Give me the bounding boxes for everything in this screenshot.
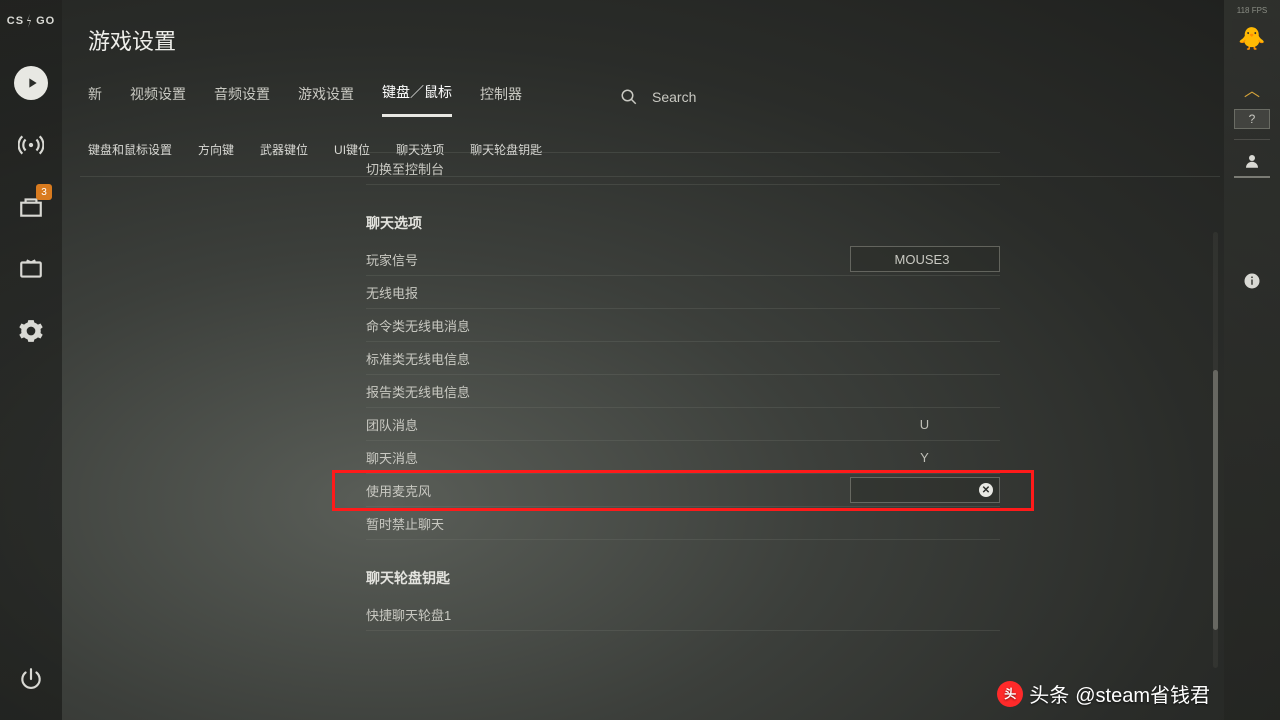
keybind-value: MOUSE3 [851,252,993,267]
setting-row[interactable]: 标准类无线电信息 [366,342,1000,375]
main-panel: 游戏设置 新 视频设置 音频设置 游戏设置 键盘／鼠标 控制器 Search 键… [80,0,1220,720]
chevron-up-icon[interactable]: ︿ [1244,77,1260,101]
inventory-badge: 3 [36,184,52,200]
help-button[interactable]: ? [1234,109,1270,129]
tab-keyboard-mouse[interactable]: 键盘／鼠标 [382,76,452,117]
search-box[interactable]: Search [620,88,696,106]
setting-label: 快捷聊天轮盘1 [366,605,850,624]
setting-label: 玩家信号 [366,250,850,269]
watch-icon[interactable] [12,250,50,288]
keybind-value[interactable]: Y [850,450,1000,465]
section-title: 聊天选项 [366,213,1000,233]
setting-row[interactable]: 报告类无线电信息 [366,375,1000,408]
watermark-prefix: 头条 [1029,679,1069,708]
watermark: 头 头条 @steam省钱君 [997,679,1210,708]
tab-audio[interactable]: 音频设置 [214,78,270,116]
setting-row[interactable]: 玩家信号MOUSE3 [366,243,1000,276]
clear-icon[interactable]: ✕ [979,483,993,497]
tab-video[interactable]: 视频设置 [130,78,186,116]
setting-label: 无线电报 [366,283,850,302]
setting-label: 使用麦克风 [366,481,850,500]
setting-row[interactable]: 暂时禁止聊天 [366,507,1000,540]
logo-right: GO [36,15,55,27]
keybind-input[interactable]: MOUSE3 [850,246,1000,272]
setting-row[interactable]: 切换至控制台 [366,152,1000,185]
logo-left: CS [7,15,24,27]
search-icon [620,88,638,106]
tab-controller[interactable]: 控制器 [480,78,522,116]
tab-new[interactable]: 新 [88,78,102,116]
setting-label: 命令类无线电消息 [366,316,850,335]
rail-divider [1234,139,1270,140]
setting-label: 报告类无线电信息 [366,382,850,401]
setting-row[interactable]: 快捷聊天轮盘1 [366,598,1000,631]
setting-row[interactable]: 无线电报 [366,276,1000,309]
inventory-icon[interactable]: 3 [12,188,50,226]
watermark-handle: @steam省钱君 [1075,679,1210,708]
section-title: 聊天轮盘钥匙 [366,568,1000,588]
setting-row[interactable]: 命令类无线电消息 [366,309,1000,342]
scrollbar-thumb[interactable] [1213,370,1218,630]
tab-game[interactable]: 游戏设置 [298,78,354,116]
right-sidebar: 118 FPS 🐥 ︿ ? [1224,0,1280,720]
setting-label: 聊天消息 [366,448,850,467]
game-logo: CS GO [7,14,55,28]
watermark-icon: 头 [997,681,1023,707]
broadcast-icon[interactable] [12,126,50,164]
page-title: 游戏设置 [80,0,1220,76]
play-button[interactable] [12,64,50,102]
setting-label: 团队消息 [366,415,850,434]
profile-icon[interactable] [1234,152,1270,178]
setting-row[interactable]: 团队消息U [366,408,1000,441]
setting-row[interactable]: 聊天消息Y [366,441,1000,474]
fps-counter: 118 FPS [1237,6,1268,15]
left-sidebar: CS GO 3 [0,0,62,720]
power-icon[interactable] [12,660,50,698]
keybind-input[interactable]: ✕ [850,477,1000,503]
search-placeholder: Search [652,89,696,105]
info-icon[interactable] [1243,272,1261,295]
setting-label: 切换至控制台 [366,159,850,178]
keybind-value[interactable]: U [850,417,1000,432]
settings-content: 切换至控制台 聊天选项玩家信号MOUSE3 无线电报命令类无线电消息标准类无线电信… [80,152,1220,720]
setting-label: 暂时禁止聊天 [366,514,850,533]
settings-icon[interactable] [12,312,50,350]
setting-row[interactable]: 使用麦克风 ✕ [366,474,1000,507]
tabs-row: 新 视频设置 音频设置 游戏设置 键盘／鼠标 控制器 Search [80,76,1220,127]
setting-label: 标准类无线电信息 [366,349,850,368]
avatar[interactable]: 🐥 [1232,19,1272,59]
